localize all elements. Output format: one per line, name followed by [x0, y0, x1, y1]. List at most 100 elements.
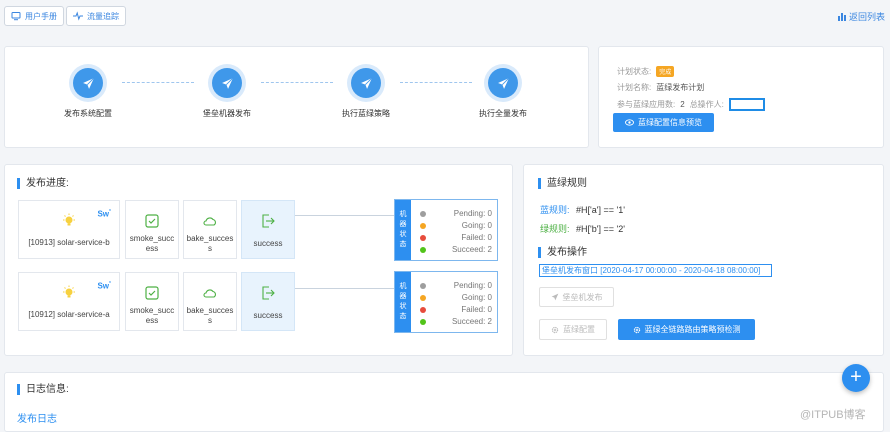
result-cell[interactable]: success: [241, 200, 295, 259]
smoke-test-label: smoke_success: [129, 234, 175, 253]
user-manual-label: 用户手册: [25, 11, 57, 21]
pipeline-step-label: 堡垒机器发布: [203, 109, 251, 118]
bastion-release-label: 堡垒机发布: [562, 292, 603, 302]
status-dot: [420, 222, 426, 229]
cloud-icon: [203, 289, 216, 298]
plan-apps-value: 2: [680, 100, 685, 109]
status-dot: [420, 246, 426, 253]
stat-text: Succeed: 2: [451, 245, 492, 254]
bastion-release-button[interactable]: 堡垒机发布: [539, 287, 614, 307]
machine-status-tag: 机 器 状 态: [395, 200, 411, 260]
green-rule-row: 绿规则: #H['b'] == '2': [540, 222, 625, 235]
pipeline-step-system-config[interactable]: 发布系统配置: [38, 68, 138, 119]
plan-operator-key: 总操作人:: [689, 100, 724, 109]
check-square-icon: [145, 214, 159, 228]
plan-name-key: 计划名称:: [617, 83, 652, 92]
stat-text: Pending: 0: [453, 281, 492, 290]
gear-icon: [633, 326, 640, 333]
send-icon: [351, 68, 381, 98]
smoke-test-cell[interactable]: smoke_success: [125, 200, 179, 259]
result-label: success: [253, 311, 283, 320]
lightbulb-icon: [63, 285, 75, 298]
stat-text: Succeed: 2: [451, 317, 492, 326]
progress-title: 发布进度:: [17, 178, 69, 189]
traffic-tracking-button[interactable]: 流量追踪: [66, 6, 126, 26]
bake-label: bake_success: [186, 234, 234, 253]
release-log-link[interactable]: 发布日志: [17, 410, 57, 425]
plan-apps-key: 参与蓝绿应用数:: [617, 100, 676, 109]
app-name: [10912] solar-service-a: [28, 310, 110, 319]
blue-rule-row: 蓝规则: #H['a'] == '1': [540, 203, 625, 216]
plan-name-row: 计划名称: 蓝绿发布计划: [617, 82, 704, 93]
tag-char: 状: [399, 231, 407, 238]
sw-badge-dot: °: [109, 209, 111, 215]
ops-title: 发布操作: [538, 247, 587, 258]
route-precheck-button[interactable]: 蓝绿全链路路由策略预检测: [618, 319, 755, 340]
stat-text: Going: 0: [461, 221, 492, 230]
bake-cell[interactable]: bake_success: [183, 200, 237, 259]
smoke-test-label: smoke_success: [129, 306, 175, 325]
stat-text: Going: 0: [461, 293, 492, 302]
bake-label: bake_success: [186, 306, 234, 325]
send-icon: [212, 68, 242, 98]
pipeline-step-blue-green[interactable]: 执行蓝绿策略: [316, 68, 416, 119]
log-card: [4, 372, 884, 432]
send-icon: [73, 68, 103, 98]
tag-char: 器: [399, 221, 407, 228]
sw-badge-text: Sw: [97, 281, 109, 291]
stat-going: Going: 0: [420, 221, 492, 230]
blue-green-config-button[interactable]: 蓝绿配置: [539, 319, 607, 340]
user-manual-button[interactable]: 用户手册: [4, 6, 64, 26]
app-name: [10913] solar-service-b: [28, 238, 110, 247]
plan-info-card: [598, 46, 884, 148]
stat-succeed: Succeed: 2: [420, 245, 492, 254]
status-dot: [420, 318, 426, 325]
blue-rule-key: 蓝规则:: [540, 205, 570, 215]
bar-chart-icon: [838, 12, 846, 21]
gear-icon: [551, 326, 559, 333]
back-to-list-label: 返回列表: [849, 12, 886, 22]
blue-green-config-label: 蓝绿配置: [563, 325, 595, 334]
sw-badge-dot: °: [109, 281, 111, 287]
sw-badge: Sw°: [97, 281, 111, 291]
sw-badge-text: Sw: [97, 209, 109, 219]
add-fab-button[interactable]: +: [842, 364, 870, 392]
stat-pending: Pending: 0: [420, 209, 492, 218]
exit-icon: [262, 214, 275, 228]
pipeline-step-bastion-release[interactable]: 堡垒机器发布: [177, 68, 277, 119]
bake-cell[interactable]: bake_success: [183, 272, 237, 331]
stat-failed: Failed: 0: [420, 233, 492, 242]
machine-status-panel: 机 器 状 态 Pending: 0 Going: 0 Failed: 0 Su…: [394, 199, 498, 261]
operator-field[interactable]: [728, 98, 765, 111]
machine-status-tag: 机 器 状 态: [395, 272, 411, 332]
blue-green-preview-button[interactable]: 蓝绿配置信息预览: [613, 113, 714, 132]
cloud-icon: [203, 217, 216, 226]
pipeline-step-label: 发布系统配置: [64, 109, 112, 118]
app-cell[interactable]: Sw° [10912] solar-service-a: [18, 272, 120, 331]
back-to-list-link[interactable]: 返回列表: [838, 10, 885, 23]
plan-name-value: 蓝绿发布计划: [656, 83, 705, 92]
pipeline-step-full-release[interactable]: 执行全量发布: [453, 68, 553, 119]
preview-button-label: 蓝绿配置信息预览: [638, 118, 702, 127]
send-icon: [551, 293, 558, 301]
stat-going: Going: 0: [420, 293, 492, 302]
log-title: 日志信息:: [17, 384, 69, 395]
tag-char: 机: [399, 211, 407, 218]
pulse-icon: [73, 11, 83, 21]
sw-badge: Sw°: [97, 209, 111, 219]
plan-apps-row: 参与蓝绿应用数: 2 总操作人:: [617, 98, 765, 111]
smoke-test-cell[interactable]: smoke_success: [125, 272, 179, 331]
green-rule-value: #H['b'] == '2': [576, 224, 625, 234]
flow-connector: [295, 215, 395, 216]
app-cell[interactable]: Sw° [10913] solar-service-b: [18, 200, 120, 259]
pipeline-step-label: 执行全量发布: [479, 109, 527, 118]
monitor-icon: [11, 12, 21, 21]
rules-title: 蓝绿规则: [538, 178, 587, 189]
check-square-icon: [145, 286, 159, 300]
result-label: success: [253, 239, 283, 248]
result-cell[interactable]: success: [241, 272, 295, 331]
stat-text: Failed: 0: [461, 233, 492, 242]
tag-char: 态: [399, 313, 407, 320]
route-precheck-label: 蓝绿全链路路由策略预检测: [644, 325, 741, 334]
eye-icon: [625, 119, 634, 126]
